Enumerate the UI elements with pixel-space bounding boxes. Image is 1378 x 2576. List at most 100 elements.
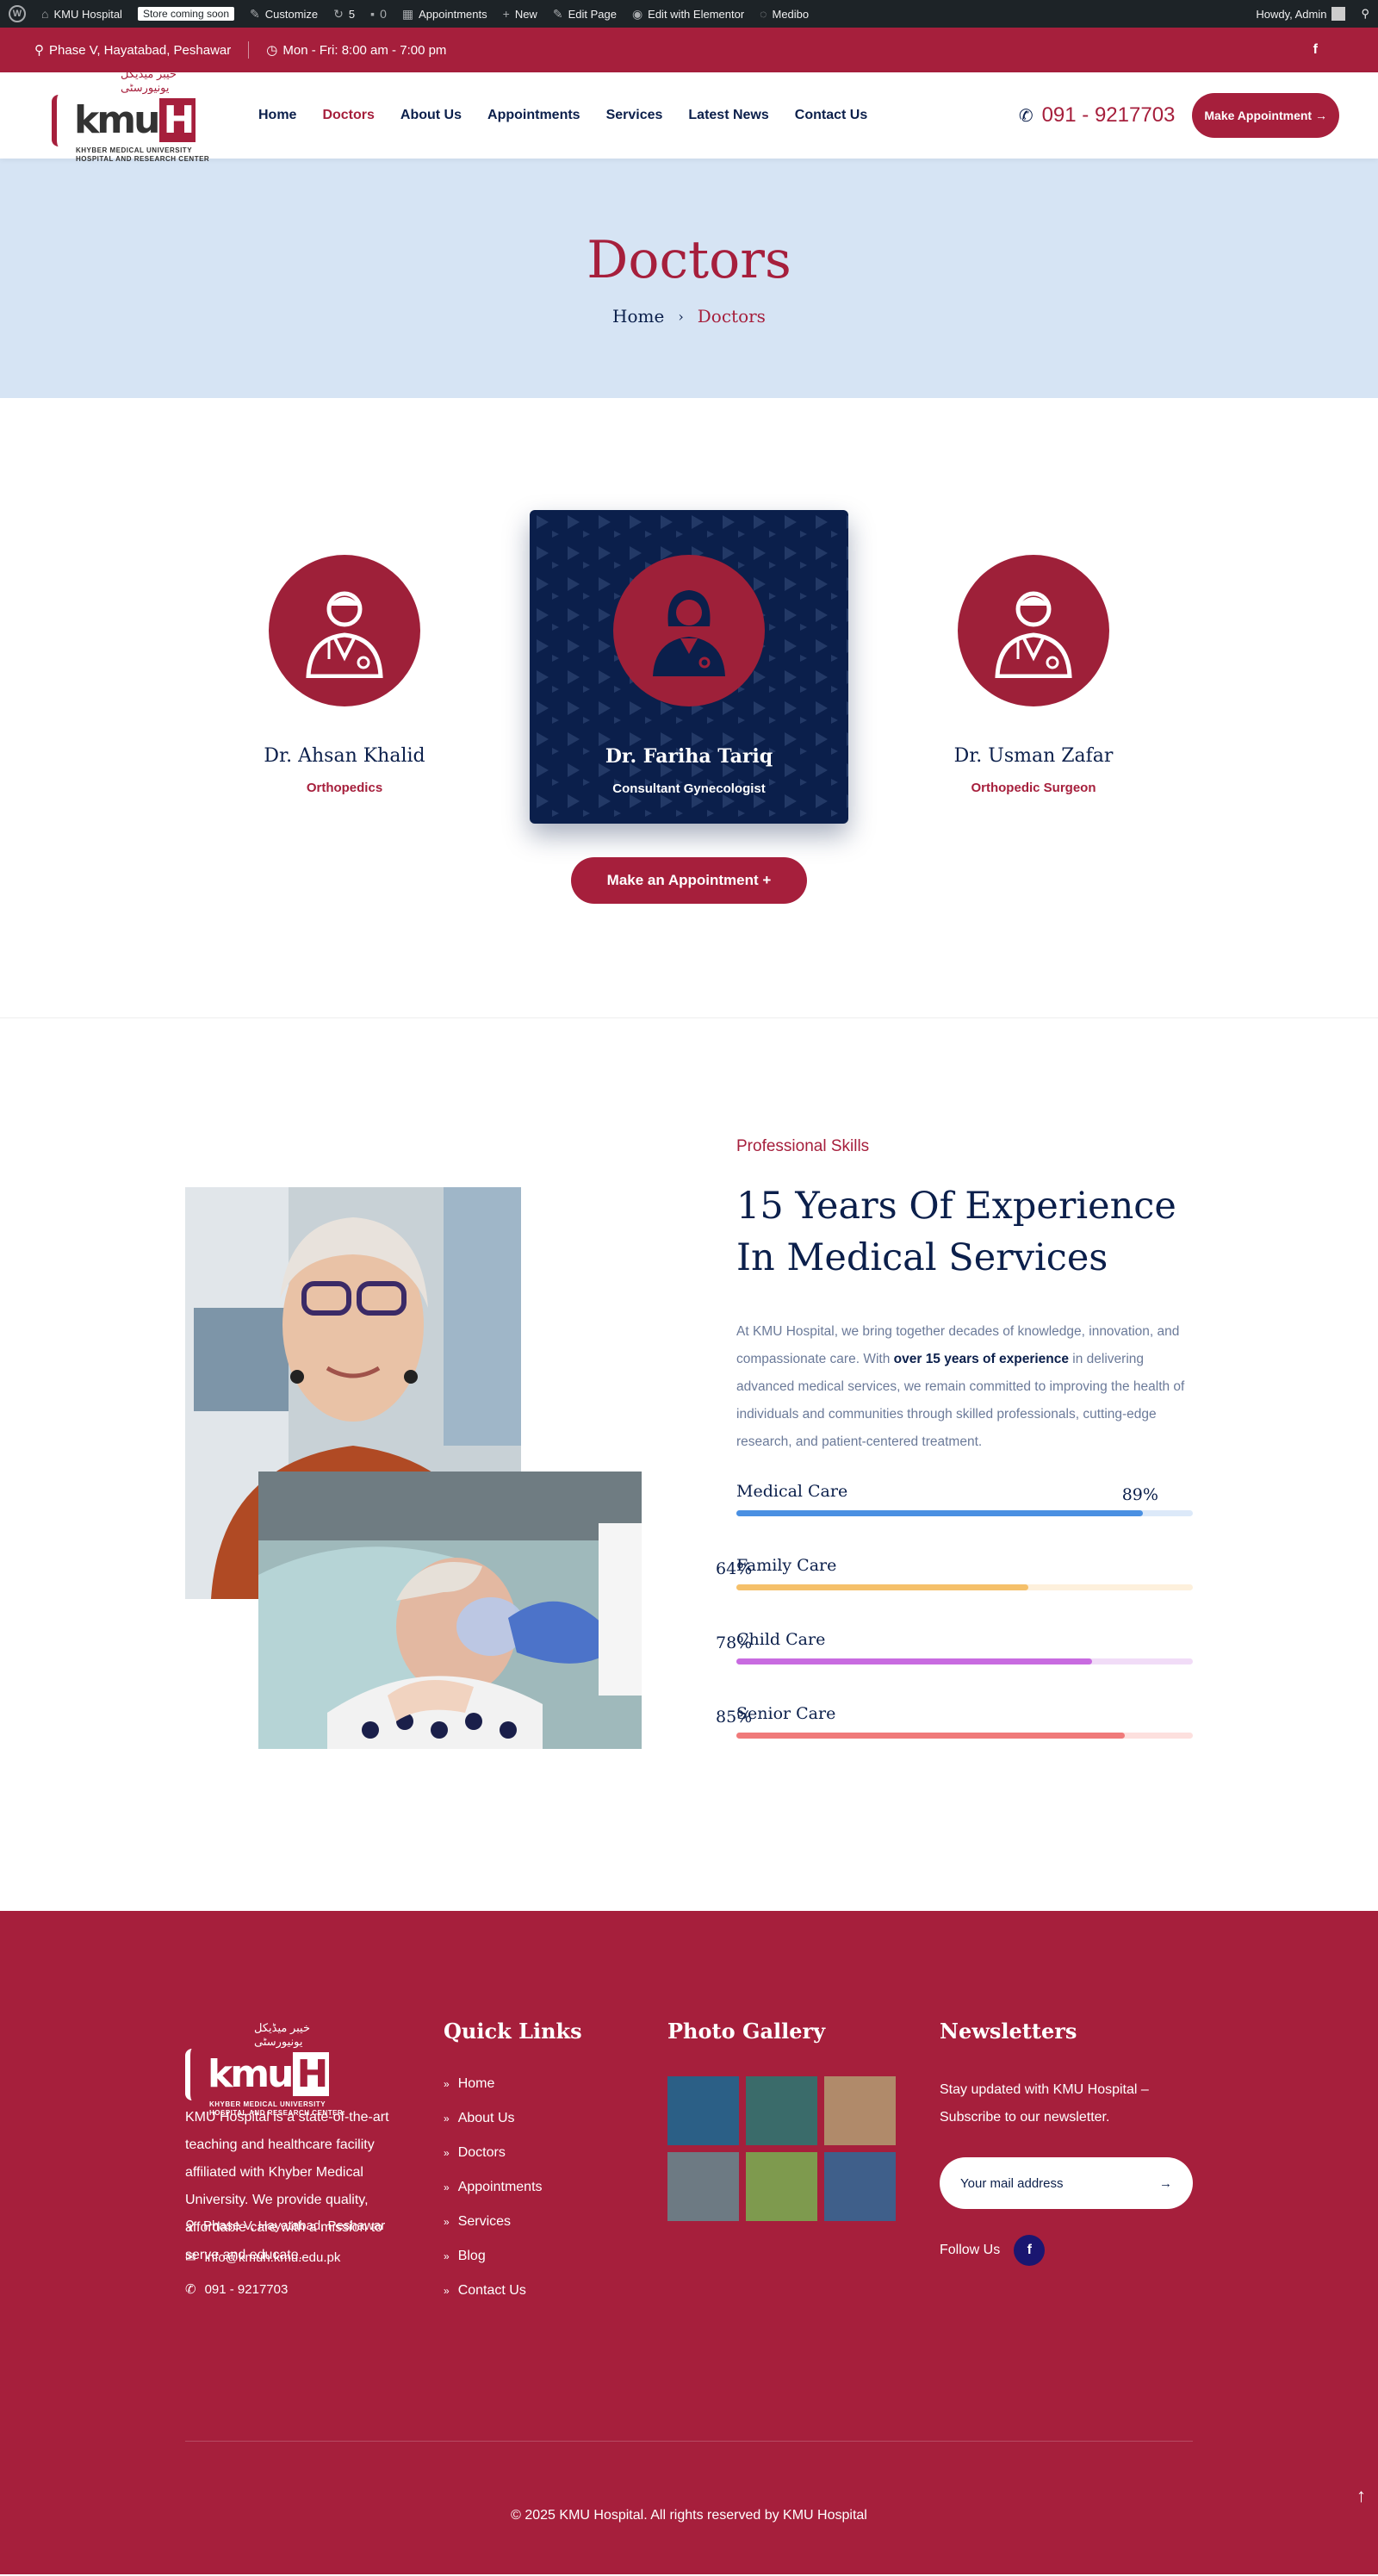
section-heading: 15 Years Of Experience In Medical Service… [736, 1185, 1176, 1279]
theme-icon: ◌ [760, 7, 767, 21]
newsletter-column: Newsletters Stay updated with KMU Hospit… [940, 2019, 1193, 2266]
admin-appointments[interactable]: ▦ Appointments [402, 7, 487, 22]
skills-content: Professional Skills 15 Years Of Experien… [716, 1137, 1193, 1778]
breadcrumb-home[interactable]: Home [612, 306, 664, 327]
nav-doctors[interactable]: Doctors [322, 108, 374, 123]
skill-bars: Medical Care 89% Family Care 64% Child C… [716, 1482, 1193, 1778]
quick-link-home[interactable]: » Home [444, 2076, 582, 2092]
address-info: ⚲ Phase V, Hayatabad, Peshawar [34, 42, 232, 59]
quick-link-doctors[interactable]: » Doctors [444, 2145, 582, 2161]
admin-updates[interactable]: ↻ 5 [333, 7, 355, 22]
hours-info: ◷ Mon - Fri: 8:00 am - 7:00 pm [266, 42, 447, 59]
gallery-photo[interactable] [667, 2076, 739, 2145]
quick-link-blog[interactable]: » Blog [444, 2249, 582, 2264]
skill-fill [736, 1510, 1143, 1516]
double-chevron-icon: » [444, 2216, 450, 2228]
avatar [1331, 7, 1346, 21]
site-logo[interactable]: خیبر میڈیکل یونیورسٹی kmu H KHYBER MEDICA… [52, 67, 215, 164]
admin-theme[interactable]: ◌ Medibo [760, 7, 809, 21]
photo-gallery [667, 2076, 896, 2221]
skill-percent: 78% [716, 1633, 753, 1652]
site-footer: خیبر میڈیکل یونیورسٹی kmu H KHYBER MEDICA… [0, 1911, 1378, 2574]
phone-icon: ✆ [1018, 106, 1034, 126]
skill-fill [736, 1658, 1093, 1664]
admin-new[interactable]: + New [503, 7, 537, 21]
double-chevron-icon: » [444, 2078, 450, 2090]
header-phone[interactable]: ✆ 091 - 9217703 [1019, 103, 1176, 128]
plus-icon: + [502, 7, 510, 21]
admin-bar: W ⌂ KMU Hospital Store coming soon ✎ Custo… [0, 0, 1378, 28]
nav-latest-news[interactable]: Latest News [688, 108, 768, 123]
facebook-icon[interactable]: f [1313, 42, 1344, 58]
newsletter-placeholder: Your mail address [960, 2175, 1064, 2191]
facebook-icon[interactable]: f [1014, 2235, 1046, 2266]
quick-link-services[interactable]: » Services [444, 2214, 582, 2230]
nav-contact[interactable]: Contact Us [795, 108, 867, 123]
doctor-male-icon [269, 555, 420, 706]
admin-account[interactable]: Howdy, Admin [1256, 7, 1346, 21]
skill-label: Child Care [736, 1630, 826, 1649]
doctor-name[interactable]: Dr. Ahsan Khalid [264, 745, 425, 767]
skill-track [736, 1510, 1193, 1516]
footer-divider [185, 2441, 1193, 2442]
double-chevron-icon: » [444, 2112, 450, 2125]
section-eyebrow: Professional Skills [736, 1137, 870, 1155]
skill-percent: 85% [716, 1708, 753, 1727]
skill-track [736, 1658, 1193, 1664]
make-appointment-button[interactable]: Make Appointment → [1192, 93, 1339, 138]
breadcrumb: Home › Doctors [612, 306, 766, 327]
double-chevron-icon: » [444, 2285, 450, 2297]
nav-home[interactable]: Home [258, 108, 296, 123]
admin-comments[interactable]: ▪ 0 [370, 7, 387, 21]
quick-links-heading: Quick Links [444, 2019, 582, 2044]
gallery-photo[interactable] [824, 2076, 896, 2145]
comment-icon: ▪ [370, 7, 376, 21]
footer-email[interactable]: ✉ info@kmuh.kmu.edu.pk [185, 2249, 385, 2266]
doctor-card-featured[interactable]: Dr. Fariha Tariq Consultant Gynecologist [530, 510, 848, 824]
photo-gallery-column: Photo Gallery [667, 2019, 896, 2221]
admin-customize[interactable]: ✎ Customize [250, 7, 318, 22]
calendar-icon: ▦ [401, 6, 414, 21]
newsletter-text: Stay updated with KMU Hospital – Subscri… [940, 2082, 1149, 2125]
gallery-photo[interactable] [746, 2076, 817, 2145]
admin-edit-page[interactable]: ✎ Edit Page [553, 7, 617, 22]
double-chevron-icon: » [444, 2181, 450, 2193]
skill-track [736, 1584, 1193, 1590]
nav-appointments[interactable]: Appointments [487, 108, 580, 123]
arrow-right-icon[interactable]: → [1159, 2176, 1172, 2191]
make-an-appointment-button[interactable]: Make an Appointment + [571, 857, 807, 904]
gallery-photo[interactable] [824, 2152, 896, 2221]
doctor-card[interactable]: Dr. Ahsan Khalid Orthopedics [185, 510, 504, 824]
search-icon[interactable]: ⚲ [1361, 7, 1369, 21]
nav-about[interactable]: About Us [400, 108, 462, 123]
quick-links: » Home » About Us » Doctors » Appointments »… [444, 2076, 582, 2299]
caduceus-icon [52, 95, 71, 146]
doctor-name[interactable]: Dr. Fariha Tariq [605, 745, 773, 768]
store-badge[interactable]: Store coming soon [137, 7, 234, 21]
doctor-male-icon [958, 555, 1109, 706]
doctor-card[interactable]: Dr. Usman Zafar Orthopedic Surgeon [874, 510, 1193, 824]
admin-site-link[interactable]: ⌂ KMU Hospital [41, 7, 122, 21]
double-chevron-icon: » [444, 2147, 450, 2159]
doctor-name[interactable]: Dr. Usman Zafar [954, 745, 1114, 767]
wordpress-icon[interactable]: W [9, 5, 26, 22]
gallery-photo[interactable] [746, 2152, 817, 2221]
gallery-photo[interactable] [667, 2152, 739, 2221]
arrow-up-icon[interactable]: ↑ [1356, 2485, 1366, 2507]
newsletter-email-input[interactable]: Your mail address → [940, 2157, 1193, 2209]
nav-services[interactable]: Services [606, 108, 663, 123]
skill-fill [736, 1584, 1029, 1590]
admin-elementor[interactable]: ◉ Edit with Elementor [632, 7, 744, 22]
skill-bar: Medical Care 89% [736, 1482, 1193, 1556]
photo-gallery-heading: Photo Gallery [667, 2019, 826, 2044]
breadcrumb-current: Doctors [697, 306, 766, 327]
page-title-banner: Doctors Home › Doctors [0, 159, 1378, 398]
updates-icon: ↻ [333, 6, 344, 21]
footer-phone[interactable]: ✆ 091 - 9217703 [185, 2281, 385, 2298]
quick-link-contact[interactable]: » Contact Us [444, 2283, 582, 2299]
skill-bar: Child Care 78% [716, 1630, 1193, 1704]
skill-label: Family Care [736, 1556, 837, 1575]
chevron-right-icon: › [678, 308, 684, 325]
quick-link-appointments[interactable]: » Appointments [444, 2180, 582, 2195]
quick-link-about[interactable]: » About Us [444, 2111, 582, 2126]
